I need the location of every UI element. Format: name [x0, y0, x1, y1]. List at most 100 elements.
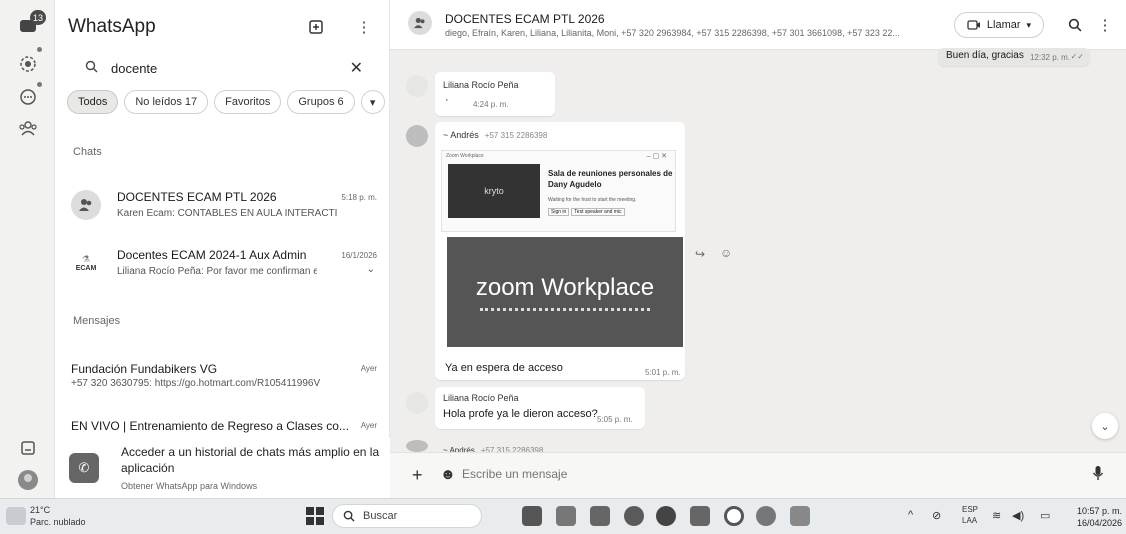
conversation-title: DOCENTES ECAM PTL 2026	[445, 12, 605, 26]
message-chat-name: Fundación Fundabikers VG	[71, 362, 218, 376]
clear-search-icon[interactable]: ✕	[350, 58, 363, 78]
message-result-row[interactable]: EN VIVO | Entrenamiento de Regreso a Cla…	[67, 417, 383, 437]
more-vertical-icon: ⋮	[356, 19, 372, 36]
taskbar-app-icon[interactable]	[556, 506, 576, 526]
new-chat-button[interactable]	[305, 16, 327, 38]
chat-row-docentes-ptl[interactable]: DOCENTES ECAM PTL 2026 5:18 p. m. Karen …	[67, 186, 383, 226]
chevron-down-icon: ⌄	[1100, 420, 1110, 433]
volume-icon[interactable]: ◀)	[1012, 509, 1024, 522]
communities-icon	[19, 121, 37, 136]
chat-row-docentes-2024[interactable]: ⚗ ECAM Docentes ECAM 2024-1 Aux Admin ..…	[67, 244, 383, 284]
message-input[interactable]	[462, 467, 962, 481]
ecam-logo: ⚗ ECAM	[71, 248, 101, 278]
system-clock[interactable]: 10:57 p. m. 16/04/2026	[1077, 505, 1122, 529]
group-icon	[414, 17, 425, 29]
filter-groups[interactable]: Grupos 6	[287, 90, 355, 114]
file-explorer-icon[interactable]	[590, 506, 610, 526]
chat-time: 5:18 p. m.	[341, 193, 377, 202]
taskbar-app-icon[interactable]	[690, 506, 710, 526]
message-result-row[interactable]: Fundación Fundabikers VG Ayer +57 320 36…	[67, 360, 383, 394]
chevron-down-icon: ▾	[369, 96, 376, 109]
message-bubble-outgoing[interactable]: Buen día, gracias 12:32 p. m. ✓✓	[938, 48, 1090, 66]
message-bubble[interactable]: Liliana Rocío Peña Hola profe ya le dier…	[435, 387, 645, 429]
conversation-header[interactable]: DOCENTES ECAM PTL 2026 diego, Efraín, Ka…	[390, 0, 1126, 50]
do-not-disturb-icon[interactable]: ⊘	[932, 509, 941, 522]
conversation-members: diego, Efraín, Karen, Liliana, Lilianita…	[445, 28, 900, 38]
zoom-window: Zoom Workplace – ▢ ✕ kryto Sala de reuni…	[441, 150, 676, 232]
group-avatar[interactable]	[408, 11, 432, 35]
video-call-icon	[967, 20, 980, 30]
sender-avatar	[406, 75, 428, 97]
message-time: Ayer	[360, 421, 377, 430]
react-emoji-icon[interactable]: ☺	[720, 246, 732, 260]
start-menu-windows-icon[interactable]	[306, 507, 324, 525]
weather-widget[interactable]: 21°C Parc. nublado	[30, 504, 86, 528]
forward-icon[interactable]: ↪	[695, 247, 705, 261]
emoji-sticker-icon[interactable]: ☻	[440, 466, 456, 483]
call-button[interactable]: Llamar ▾	[954, 12, 1044, 38]
message-text: Buen día, gracias	[946, 50, 1024, 61]
group-avatar	[71, 190, 101, 220]
chevron-down-icon[interactable]: ⌄	[367, 264, 375, 275]
banner-title: Acceder a un historial de chats más ampl…	[121, 445, 380, 475]
whatsapp-window: 13 WhatsApp ⋮ docente ✕ Todos No leídos …	[0, 0, 1126, 498]
taskbar-app-icon[interactable]	[756, 506, 776, 526]
more-vertical-icon: ⋮	[1097, 17, 1113, 34]
banner-link[interactable]: Obtener WhatsApp para Windows	[121, 481, 257, 491]
edge-browser-icon[interactable]	[624, 506, 644, 526]
search-icon	[1068, 18, 1082, 32]
unread-badge: 13	[30, 10, 47, 25]
taskbar-app-icon[interactable]	[522, 506, 542, 526]
zoom-screenshot-image[interactable]: Zoom Workplace – ▢ ✕ kryto Sala de reuni…	[441, 150, 683, 360]
search-chat-button[interactable]	[1064, 14, 1086, 36]
filter-todos[interactable]: Todos	[67, 90, 119, 114]
microphone-icon[interactable]	[1092, 465, 1104, 485]
status-nav-button[interactable]	[16, 52, 40, 76]
menu-button[interactable]: ⋮	[353, 16, 375, 38]
battery-icon[interactable]: ▭	[1040, 509, 1050, 522]
channels-nav-button[interactable]	[16, 85, 40, 109]
weather-icon[interactable]	[6, 507, 26, 525]
chat-time: 16/1/2026	[341, 251, 377, 260]
search-bar[interactable]: docente ✕	[67, 54, 377, 82]
wifi-icon[interactable]: ≋	[992, 509, 1001, 522]
show-hidden-icons-chevron-up-icon[interactable]: ^	[908, 509, 913, 521]
message-sender: ~ Andrés +57 315 2286398	[443, 130, 548, 140]
call-label: Llamar	[986, 19, 1021, 31]
taskbar-app-icon[interactable]	[790, 506, 810, 526]
status-dot	[37, 47, 42, 52]
opera-browser-icon[interactable]	[724, 506, 744, 526]
communities-nav-button[interactable]	[16, 116, 40, 140]
conversation-menu-button[interactable]: ⋮	[1094, 14, 1116, 36]
get-app-banner[interactable]: ✆ Acceder a un historial de chats más am…	[55, 438, 390, 498]
sender-avatar	[406, 392, 428, 414]
attach-plus-icon[interactable]: +	[412, 465, 423, 486]
profile-nav-button[interactable]	[16, 468, 40, 492]
archive-nav-button[interactable]	[16, 436, 40, 460]
language-indicator[interactable]: ESP LAA	[962, 504, 978, 526]
filter-unread[interactable]: No leídos 17	[124, 90, 209, 114]
new-chat-icon	[309, 20, 323, 34]
message-time: Ayer	[360, 364, 377, 373]
chrome-browser-icon[interactable]	[656, 506, 676, 526]
scroll-to-bottom-button[interactable]: ⌄	[1092, 413, 1118, 439]
message-text: ·	[445, 94, 449, 106]
message-bubble[interactable]: Liliana Rocío Peña · 4:24 p. m.	[435, 72, 555, 116]
chat-preview: Liliana Rocío Peña: Por favor me confirm…	[117, 266, 317, 277]
status-icon	[20, 56, 36, 72]
sender-avatar	[406, 125, 428, 147]
chat-name: Docentes ECAM 2024-1 Aux Admin ...	[117, 248, 307, 262]
message-time: 4:24 p. m.	[473, 100, 509, 109]
chats-section-title: Chats	[73, 146, 102, 158]
filter-favorites[interactable]: Favoritos	[214, 90, 282, 114]
filter-more-button[interactable]: ▾	[360, 90, 385, 114]
sender-avatar	[406, 440, 428, 452]
read-check-icon: ✓✓	[1070, 52, 1084, 61]
search-input[interactable]: docente	[111, 61, 350, 76]
profile-avatar-icon	[18, 470, 38, 490]
message-sender: Liliana Rocío Peña	[443, 80, 519, 90]
taskbar-search[interactable]: Buscar	[332, 504, 482, 528]
message-text: Ya en espera de acceso	[445, 362, 563, 374]
message-time: 12:32 p. m.	[1029, 53, 1070, 62]
message-preview: +57 320 3630795: https://go.hotmart.com/…	[71, 378, 321, 389]
